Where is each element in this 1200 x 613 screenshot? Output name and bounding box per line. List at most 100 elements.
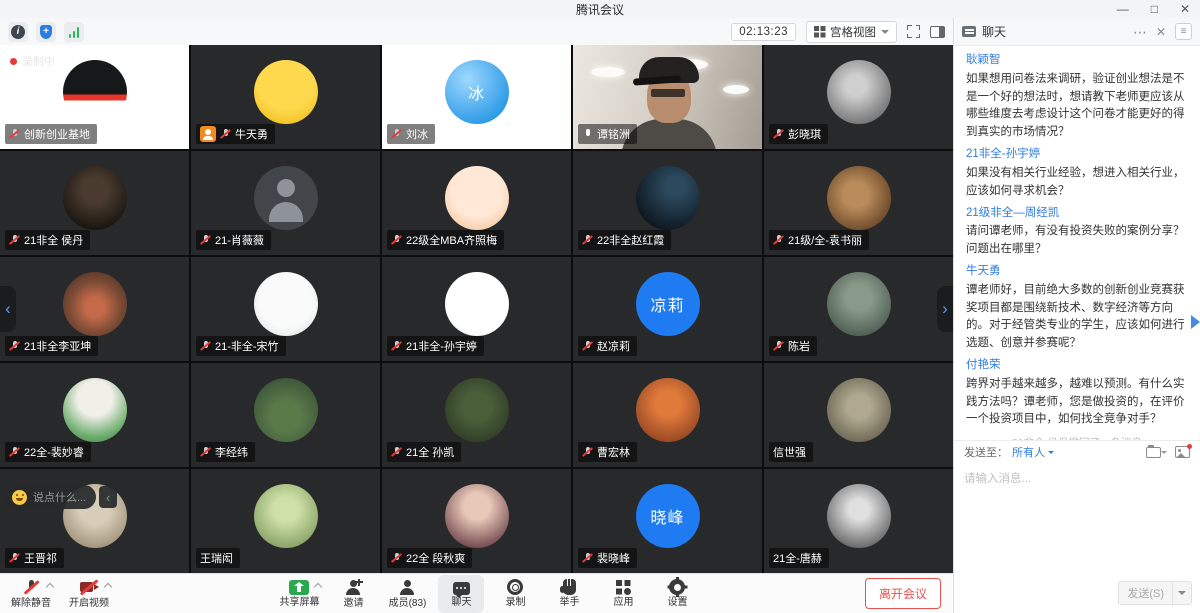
participant-tile[interactable]: 冰 刘冰 [382,45,571,149]
participant-nametag: 彭晓琪 [769,124,828,144]
recording-label: 录制中 [22,53,55,69]
mic-status-icon [391,446,402,459]
mic-status-icon [582,340,593,353]
file-attachment-icon[interactable] [1146,447,1161,458]
participant-tile-active-speaker[interactable]: 谭铭洲 [573,45,762,149]
chat-message-input[interactable] [954,463,1200,563]
participant-tile[interactable]: 凉莉 赵凉莉 [573,257,762,361]
participant-tile[interactable]: 曹宏林 [573,363,762,467]
close-icon[interactable]: ✕ [1180,0,1190,18]
participant-tile[interactable]: 22级全MBA齐照梅 [382,151,571,255]
participant-nametag: 刘冰 [387,124,435,144]
meeting-actions: 共享屏幕 邀请 成员(83) 聊天 录制 举手 应用 设置 [276,575,700,613]
participant-tile[interactable]: 李经纬 [191,363,380,467]
participant-tile[interactable]: 陈岩 [764,257,953,361]
minimize-icon[interactable]: — [1117,0,1129,18]
message-sender: 付艳荣 [966,357,1188,375]
participant-tile[interactable]: 21全-唐赫 [764,469,953,573]
participant-tile[interactable]: 22非全赵红霞 [573,151,762,255]
settings-button[interactable]: 设置 [654,575,700,613]
network-quality-button[interactable] [64,22,84,42]
meeting-info-button[interactable]: i [8,22,28,42]
previous-page-arrow[interactable]: ‹ [0,286,16,332]
avatar [827,378,891,442]
send-to-selector[interactable]: 所有人 [1012,444,1054,460]
participant-name: 谭铭洲 [597,126,630,142]
layout-view-button[interactable]: 宫格视图 [806,21,897,43]
participant-tile[interactable]: 牛天勇 [191,45,380,149]
participant-nametag: 21级/全-袁书丽 [769,230,869,250]
fullscreen-icon[interactable] [907,25,920,38]
members-button[interactable]: 成员(83) [384,575,430,613]
avatar [254,272,318,336]
collapse-quick-chat-button[interactable]: ‹ [99,486,117,508]
mic-status-icon [582,446,593,459]
record-icon [507,579,523,595]
participant-tile[interactable]: 21非全-孙宇婷 [382,257,571,361]
chevron-up-icon[interactable] [314,582,322,590]
participant-tile[interactable]: 21级/全-袁书丽 [764,151,953,255]
security-button[interactable]: + [36,22,56,42]
participant-tile[interactable]: 22全-裴妙睿 [0,363,189,467]
avatar-initials: 晓峰 [650,504,684,528]
chat-menu-icon[interactable]: ≡ [1175,23,1192,40]
raise-hand-button[interactable]: 举手 [546,575,592,613]
participant-tile[interactable]: 22全 段秋爽 [382,469,571,573]
participant-nametag: 22非全赵红霞 [578,230,671,250]
start-video-button[interactable]: 开启视频 [66,575,112,613]
participant-name: 21全-唐赫 [773,550,822,566]
participant-tile[interactable]: 王瑞闳 [191,469,380,573]
participant-tile[interactable]: 21非全李亚坤 [0,257,189,361]
participant-name: 21级/全-袁书丽 [788,232,862,248]
quick-chat-bar: 说点什么... ‹ [6,485,117,509]
participant-name: 21非全-孙宇婷 [406,338,477,354]
chat-button[interactable]: 聊天 [438,575,484,613]
mic-status-icon [582,234,593,247]
participant-tile[interactable]: 彭晓琪 [764,45,953,149]
invite-button[interactable]: 邀请 [330,575,376,613]
mic-status-icon [9,234,20,247]
participant-name: 22全-裴妙睿 [24,444,84,460]
screenshot-image-icon[interactable] [1175,446,1190,458]
chevron-right-icon: › [942,299,948,319]
maximize-icon[interactable]: □ [1151,0,1158,18]
participant-name: 22全 段秋爽 [406,550,465,566]
participant-nametag: 21非全 侯丹 [5,230,90,250]
participant-nametag: 李经纬 [196,442,255,462]
close-chat-icon[interactable]: ✕ [1156,25,1166,39]
record-button[interactable]: 录制 [492,575,538,613]
chevron-down-icon[interactable] [1173,591,1191,595]
participant-tile[interactable]: 21全 孙凯 [382,363,571,467]
unmute-button[interactable]: 解除静音 [8,575,54,613]
participant-tile[interactable]: 晓峰 裴晓峰 [573,469,762,573]
notification-dot [1187,444,1192,449]
chat-header-controls: ⋯ ✕ ≡ [1133,23,1192,40]
avatar-initials: 凉莉 [650,292,684,316]
chat-panel-header: 聊天 ⋯ ✕ ≡ [954,18,1200,46]
quick-chat-input[interactable]: 说点什么... [6,485,96,509]
participant-tile[interactable]: 21-非全-宋竹 [191,257,380,361]
apps-button[interactable]: 应用 [600,575,646,613]
chat-message: 耿颖智 如果想用问卷法来调研，验证创业想法是不是一个好的想法时，想请教下老师更应… [966,52,1188,142]
chevron-up-icon[interactable] [104,582,112,590]
participant-tile[interactable]: 21非全 侯丹 [0,151,189,255]
more-options-icon[interactable]: ⋯ [1133,27,1147,37]
leave-meeting-button[interactable]: 离开会议 [865,578,941,609]
side-panel-toggle-icon[interactable] [930,26,945,38]
chevron-up-icon[interactable] [46,582,54,590]
panel-resize-indicator[interactable] [1191,315,1200,329]
mic-status-icon [391,340,402,353]
send-button[interactable]: 发送(S) [1118,581,1192,605]
message-sender: 耿颖智 [966,52,1188,70]
chat-message-list[interactable]: 耿颖智 如果想用问卷法来调研，验证创业想法是不是一个好的想法时，想请教下老师更应… [954,46,1200,440]
participant-tile[interactable]: 21-肖薇薇 [191,151,380,255]
participant-nametag: 曹宏林 [578,442,637,462]
next-page-arrow[interactable]: › [937,286,953,332]
participant-nametag: 牛天勇 [196,124,275,144]
participant-nametag: 信世强 [769,442,813,462]
share-screen-button[interactable]: 共享屏幕 [276,575,322,613]
emoji-icon[interactable] [12,490,27,505]
mic-status-icon [773,234,784,247]
tencent-meeting-window: { "window": { "title": "腾讯会议", "minimize… [0,0,1200,613]
participant-tile[interactable]: 信世强 [764,363,953,467]
